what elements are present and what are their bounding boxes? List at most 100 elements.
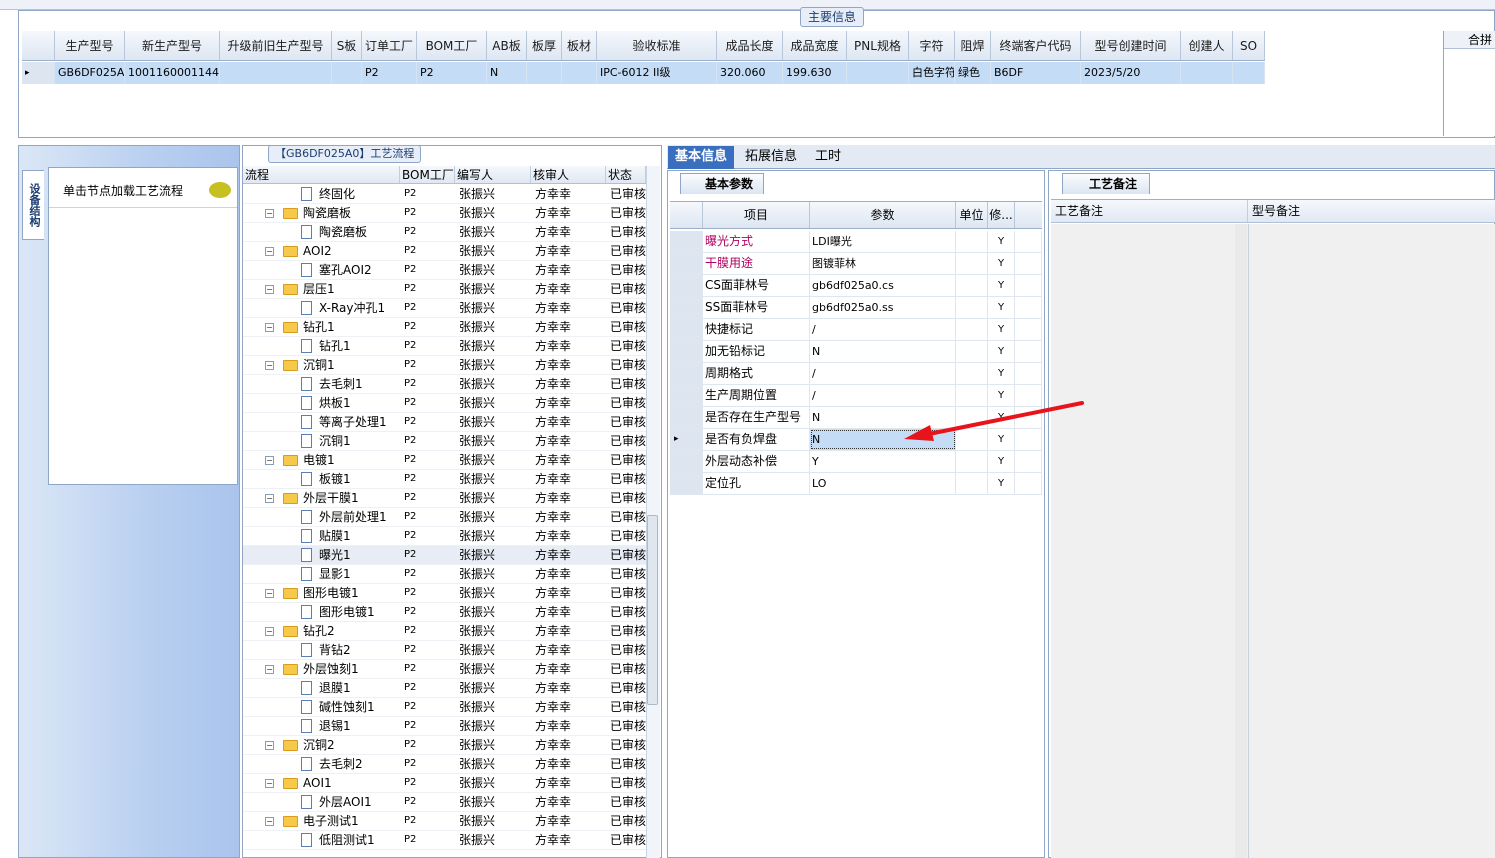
main-cell-9[interactable]: IPC-6012 II级 [597,62,717,84]
param-mod[interactable]: Y [988,231,1015,252]
main-cell-10[interactable]: 320.060 [717,62,783,84]
param-unit[interactable] [956,451,988,472]
main-col-15[interactable]: 终端客户代码 [991,31,1081,60]
main-cell-14[interactable]: 绿色 [955,62,991,84]
main-col-8[interactable]: 板材 [562,31,597,60]
param-unit[interactable] [956,297,988,318]
main-cell-1[interactable]: 10011600011442 [125,62,220,84]
param-mod[interactable]: Y [988,297,1015,318]
tree-col-1[interactable]: BOM工厂 [400,166,455,183]
main-col-5[interactable]: BOM工厂 [417,31,487,60]
param-unit[interactable] [956,231,988,252]
main-cell-0[interactable]: GB6DF025A0 [55,62,125,84]
tree-row[interactable]: − 沉铜2 P2 张振兴 方幸幸 已审核 [243,736,646,755]
collapse-icon[interactable]: − [265,817,274,826]
collapse-icon[interactable]: − [265,247,274,256]
main-cell-12[interactable] [847,62,909,84]
tree-row[interactable]: − 图形电镀1 P2 张振兴 方幸幸 已审核 [243,584,646,603]
tree-row[interactable]: − 电子测试1 P2 张振兴 方幸幸 已审核 [243,812,646,831]
main-cell-2[interactable] [220,62,332,84]
param-row[interactable]: SS面菲林号 gb6df025a0.ss Y [670,297,1042,319]
main-cell-17[interactable] [1181,62,1233,84]
tree-col-3[interactable]: 核审人 [531,166,606,183]
tree-row[interactable]: − 钻孔2 P2 张振兴 方幸幸 已审核 [243,622,646,641]
tree-col-2[interactable]: 编写人 [455,166,531,183]
main-cell-6[interactable]: N [487,62,527,84]
tab-extended-info[interactable]: 拓展信息 [738,146,804,169]
collapse-icon[interactable]: − [265,741,274,750]
param-value[interactable]: gb6df025a0.cs [810,275,956,296]
tree-row[interactable]: 图形电镀1 P2 张振兴 方幸幸 已审核 [243,603,646,622]
tree-row[interactable]: 外层AOI1 P2 张振兴 方幸幸 已审核 [243,793,646,812]
param-row[interactable]: 快捷标记 / Y [670,319,1042,341]
main-col-13[interactable]: 字符 [909,31,955,60]
main-col-14[interactable]: 阻焊 [955,31,991,60]
tree-row[interactable]: − 层压1 P2 张振兴 方幸幸 已审核 [243,280,646,299]
tree-row[interactable]: X-Ray冲孔1 P2 张振兴 方幸幸 已审核 [243,299,646,318]
main-col-11[interactable]: 成品宽度 [783,31,847,60]
tree-row[interactable]: − AOI1 P2 张振兴 方幸幸 已审核 [243,774,646,793]
params-col-0[interactable]: 项目 [703,202,810,228]
main-col-18[interactable]: SO [1233,31,1265,60]
param-value[interactable]: LDI曝光 [810,231,956,252]
tree-row[interactable]: 贴膜1 P2 张振兴 方幸幸 已审核 [243,527,646,546]
main-cell-4[interactable]: P2 [362,62,417,84]
tree-row[interactable]: 陶瓷磨板 P2 张振兴 方幸幸 已审核 [243,223,646,242]
main-col-3[interactable]: S板 [332,31,362,60]
tree-row[interactable]: − 钻孔1 P2 张振兴 方幸幸 已审核 [243,318,646,337]
tab-basic-info[interactable]: 基本信息 [668,146,735,169]
main-cell-5[interactable]: P2 [417,62,487,84]
param-mod[interactable]: Y [988,319,1015,340]
param-value[interactable]: / [810,363,956,384]
tree-row[interactable]: 板镀1 P2 张振兴 方幸幸 已审核 [243,470,646,489]
tree-row[interactable]: 塞孔AOI2 P2 张振兴 方幸幸 已审核 [243,261,646,280]
main-col-4[interactable]: 订单工厂 [362,31,417,60]
param-unit[interactable] [956,319,988,340]
collapse-icon[interactable]: − [265,361,274,370]
tree-row[interactable]: − 外层干膜1 P2 张振兴 方幸幸 已审核 [243,489,646,508]
collapse-icon[interactable]: − [265,627,274,636]
param-value[interactable]: N [810,341,956,362]
main-col-0[interactable]: 生产型号 [55,31,125,60]
param-mod[interactable]: Y [988,473,1015,494]
params-col-3[interactable]: 修... [988,202,1015,228]
process-notes-tab[interactable]: 工艺备注 [1062,173,1151,194]
param-row[interactable]: 曝光方式 LDI曝光 Y [670,231,1042,253]
collapse-icon[interactable]: − [265,494,274,503]
equipment-structure-tab[interactable]: 设备结构 [22,170,44,240]
param-row[interactable]: 外层动态补偿 Y Y [670,451,1042,473]
collapse-icon[interactable]: − [265,779,274,788]
main-cell-7[interactable] [527,62,562,84]
load-process-header[interactable]: 单击节点加载工艺流程 [49,168,237,208]
tree-row[interactable]: − 沉铜1 P2 张振兴 方幸幸 已审核 [243,356,646,375]
param-mod[interactable]: Y [988,341,1015,362]
tree-row[interactable]: 沉铜1 P2 张振兴 方幸幸 已审核 [243,432,646,451]
tree-row[interactable]: − 陶瓷磨板 P2 张振兴 方幸幸 已审核 [243,204,646,223]
collapse-icon[interactable]: − [265,209,274,218]
main-cell-15[interactable]: B6DF [991,62,1081,84]
collapse-icon[interactable]: − [265,589,274,598]
tree-row[interactable]: − AOI2 P2 张振兴 方幸幸 已审核 [243,242,646,261]
param-mod[interactable]: Y [988,451,1015,472]
tree-row[interactable]: 等离子处理1 P2 张振兴 方幸幸 已审核 [243,413,646,432]
main-cell-18[interactable] [1233,62,1265,84]
param-value[interactable]: / [810,319,956,340]
main-cell-13[interactable]: 白色字符 [909,62,955,84]
main-col-2[interactable]: 升级前旧生产型号 [220,31,332,60]
notes-scrollbar[interactable] [1235,224,1247,858]
load-process-box[interactable]: 单击节点加载工艺流程 [48,167,238,485]
main-cell-11[interactable]: 199.630 [783,62,847,84]
tree-row[interactable]: 曝光1 P2 张振兴 方幸幸 已审核 [243,546,646,565]
tree-col-0[interactable]: 流程 [243,166,400,183]
params-col-1[interactable]: 参数 [810,202,956,228]
main-cell-8[interactable] [562,62,597,84]
tree-row[interactable]: 外层前处理1 P2 张振兴 方幸幸 已审核 [243,508,646,527]
tree-row[interactable]: 碱性蚀刻1 P2 张振兴 方幸幸 已审核 [243,698,646,717]
collapse-icon[interactable]: − [265,665,274,674]
tree-row[interactable]: 退膜1 P2 张振兴 方幸幸 已审核 [243,679,646,698]
main-col-16[interactable]: 型号创建时间 [1081,31,1181,60]
tree-row[interactable]: 显影1 P2 张振兴 方幸幸 已审核 [243,565,646,584]
param-unit[interactable] [956,341,988,362]
param-row[interactable]: CS面菲林号 gb6df025a0.cs Y [670,275,1042,297]
tree-row[interactable]: 终固化 P2 张振兴 方幸幸 已审核 [243,185,646,204]
